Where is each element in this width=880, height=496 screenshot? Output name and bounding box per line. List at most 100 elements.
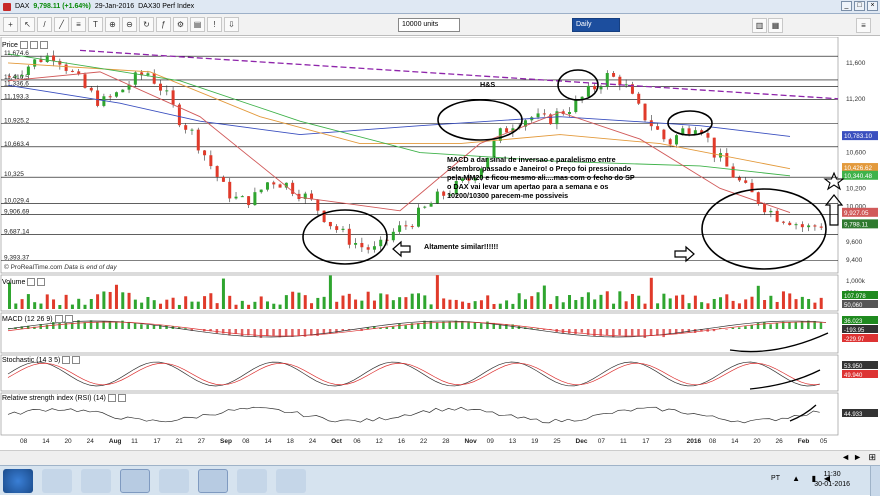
volume-bar	[228, 295, 232, 309]
timeframe-select[interactable]: Daily	[572, 18, 620, 32]
volume-bar	[26, 294, 30, 309]
close-button[interactable]: ×	[867, 1, 878, 11]
language-indicator[interactable]: PT	[771, 475, 780, 482]
volume-bar	[146, 296, 150, 309]
rsi-settings-icon[interactable]	[107, 394, 116, 402]
candle-body	[316, 199, 320, 211]
folder-icon[interactable]	[81, 469, 111, 493]
print-icon[interactable]: ▤	[190, 17, 205, 32]
volume-bar	[612, 303, 616, 309]
x-axis-label: Oct	[331, 438, 342, 445]
chrome-icon[interactable]	[120, 469, 150, 493]
price-tick-label: 10,200	[846, 185, 866, 192]
volume-bar	[196, 301, 200, 309]
zoom-out-icon[interactable]: ⊖	[122, 17, 137, 32]
candle-body	[668, 139, 672, 145]
stoch-close-icon[interactable]	[72, 356, 81, 364]
volume-bar	[190, 301, 194, 309]
macd-bar	[637, 329, 640, 336]
minimize-button[interactable]: _	[841, 1, 852, 11]
volume-bar	[152, 300, 156, 309]
candle-body	[788, 222, 792, 226]
volume-bar	[813, 302, 817, 309]
macd-bar	[618, 329, 621, 336]
macd-bar	[102, 321, 105, 329]
price-badge-label: 10,340.48	[844, 173, 873, 180]
level-label: 10,325	[4, 171, 24, 178]
candle-body	[259, 189, 263, 193]
fibonacci-icon[interactable]: ≡	[71, 17, 86, 32]
text-icon[interactable]: T	[88, 17, 103, 32]
rsi-pane-header: Relative strength index (RSI) (14)	[2, 393, 126, 403]
price-tick-label: 9,600	[846, 239, 863, 246]
macd-bar	[96, 322, 99, 329]
zoom-fit-icon[interactable]: ⊞	[868, 452, 876, 463]
candle-body	[14, 76, 18, 78]
pointer-icon[interactable]: ↖	[20, 17, 35, 32]
candle-body	[335, 226, 339, 230]
rsi-close-icon[interactable]	[117, 394, 126, 402]
macd-bar	[114, 321, 118, 329]
x-axis-label: 05	[820, 438, 828, 445]
price-badge-label: 10,783.10	[844, 133, 873, 140]
candle-body	[360, 243, 364, 248]
indicator-icon[interactable]: ƒ	[156, 17, 171, 32]
export-icon[interactable]: ⇩	[224, 17, 239, 32]
volume-close-icon[interactable]	[37, 278, 46, 286]
alert-icon[interactable]: !	[207, 17, 222, 32]
macd-bar	[184, 328, 187, 329]
candle-body	[165, 90, 169, 92]
pane-settings-icon[interactable]	[19, 41, 28, 49]
pane-close-icon[interactable]	[39, 41, 48, 49]
volume-bar	[58, 304, 62, 309]
channel-icon[interactable]: ╱	[54, 17, 69, 32]
volume-bar	[385, 294, 389, 309]
pane-maximize-icon[interactable]	[29, 41, 38, 49]
volume-bar	[64, 294, 68, 309]
clock[interactable]: 11:30 30-01-2016	[814, 470, 850, 490]
macd-bar	[593, 329, 596, 337]
chart-area[interactable]: 11,674.6 11,410.5 11,336.6 11,193.3 10,925.2…	[0, 37, 880, 449]
paint-icon[interactable]	[276, 469, 306, 493]
stoch-d-line	[7, 362, 820, 386]
candle-body	[196, 129, 200, 151]
chart-scrollbar[interactable]: ◄ ► ⊞	[0, 450, 880, 465]
macd-close-icon[interactable]	[64, 315, 73, 323]
scroll-left-icon[interactable]: ◄	[841, 452, 850, 462]
macd-bar	[404, 325, 407, 329]
settings-icon[interactable]: ⚙	[173, 17, 188, 32]
volume-bar	[234, 304, 238, 309]
zoom-in-icon[interactable]: ⊕	[105, 17, 120, 32]
maximize-button[interactable]: □	[854, 1, 865, 11]
title-date: 29-Jan-2016	[94, 3, 135, 10]
stoch-settings-icon[interactable]	[62, 356, 71, 364]
x-axis-label: 27	[197, 438, 205, 445]
x-axis-label: 13	[508, 438, 517, 445]
prorealtime-icon[interactable]	[198, 469, 228, 493]
refresh-icon[interactable]: ↻	[139, 17, 154, 32]
line-draw-icon[interactable]: /	[37, 17, 52, 32]
show-desktop-button[interactable]	[870, 466, 880, 496]
tray-up-icon[interactable]: ▲	[792, 474, 800, 483]
chart-type-icon[interactable]: ▥	[752, 18, 767, 33]
start-button-icon[interactable]	[3, 469, 33, 493]
candle-body	[410, 226, 414, 228]
arrow-right-icon	[674, 245, 695, 263]
media-icon[interactable]	[237, 469, 267, 493]
scroll-right-icon[interactable]: ►	[853, 452, 862, 462]
volume-bar	[328, 275, 332, 309]
candle-body	[693, 130, 697, 134]
layout-icon[interactable]: ▦	[768, 18, 783, 33]
x-axis-label: 26	[775, 438, 783, 445]
candle-body	[706, 133, 710, 138]
units-select[interactable]: 10000 units	[398, 18, 460, 32]
options-icon[interactable]: ≡	[856, 18, 871, 33]
macd-settings-icon[interactable]	[54, 315, 63, 323]
crosshair-icon[interactable]: +	[3, 17, 18, 32]
volume-bar	[347, 293, 351, 309]
outlook-icon[interactable]	[159, 469, 189, 493]
volume-bar	[536, 292, 540, 309]
x-axis-label: 2016	[686, 438, 702, 445]
ie-icon[interactable]	[42, 469, 72, 493]
volume-settings-icon[interactable]	[27, 278, 36, 286]
